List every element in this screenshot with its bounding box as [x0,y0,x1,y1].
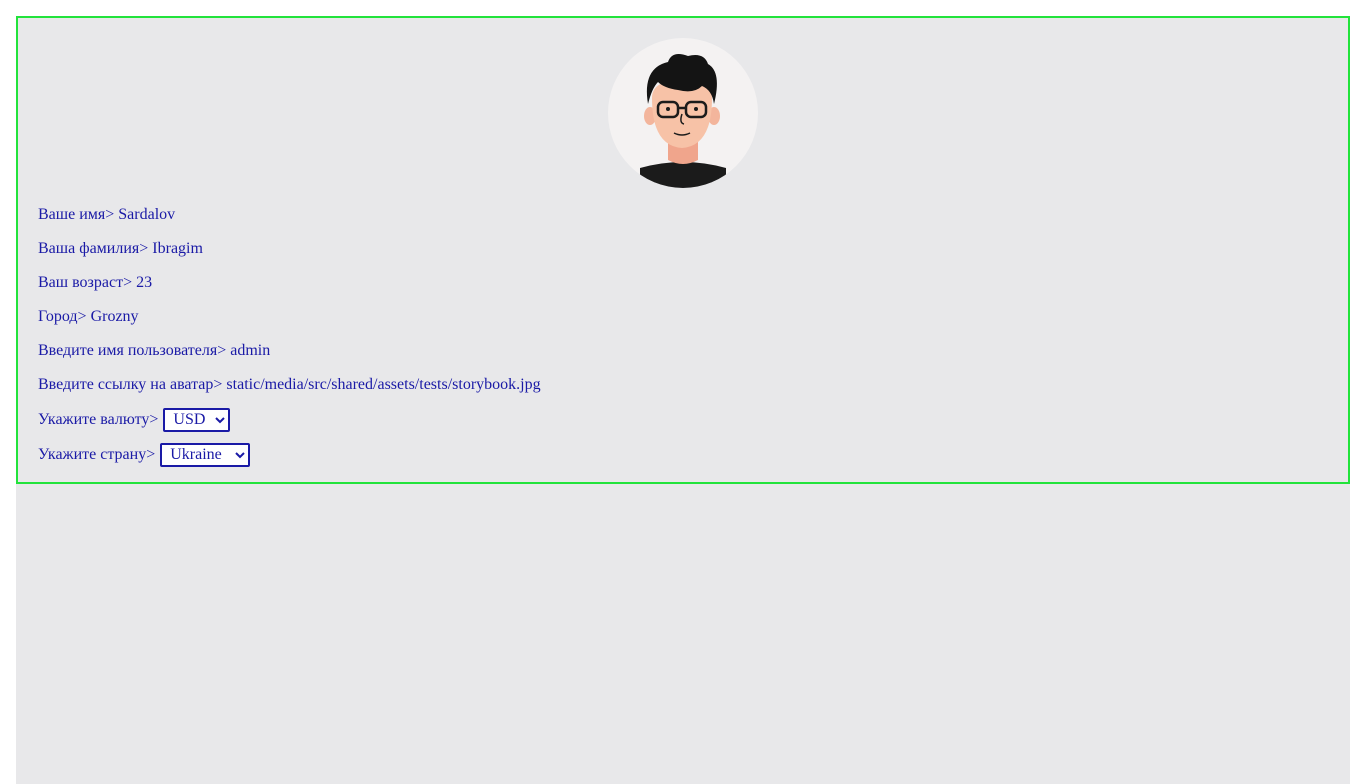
last-name-label: Ваша фамилия [38,240,140,257]
separator: > [146,445,156,463]
username-label: Введите имя пользователя [38,342,218,359]
profile-form: Ваше имя > Sardalov Ваша фамилия > Ibrag… [38,198,541,472]
age-label: Ваш возраст [38,274,124,291]
separator: > [139,240,149,257]
first-name-row: Ваше имя > Sardalov [38,198,541,232]
age-row: Ваш возраст > 23 [38,266,541,300]
currency-select[interactable]: USD [163,407,231,432]
separator: > [77,308,87,325]
age-field[interactable]: 23 [136,274,152,292]
avatar [608,38,758,188]
avatar-url-row: Введите ссылку на аватар > static/media/… [38,368,541,402]
username-field[interactable]: admin [230,342,270,360]
avatar-url-label: Введите ссылку на аватар [38,376,214,393]
currency-row: Укажите валюту > USD [38,402,541,437]
country-select[interactable]: Ukraine [160,442,251,467]
city-field[interactable]: Grozny [91,308,139,326]
currency-label: Укажите валюту [38,410,150,428]
avatar-url-field[interactable]: static/media/src/shared/assets/tests/sto… [226,376,540,394]
separator: > [149,410,159,428]
avatar-image [640,54,726,188]
separator: > [213,376,223,393]
city-label: Город [38,308,78,325]
first-name-field[interactable]: Sardalov [118,206,175,224]
country-label: Укажите страну [38,445,147,463]
profile-card: Ваше имя > Sardalov Ваша фамилия > Ibrag… [16,16,1350,484]
first-name-label: Ваше имя [38,206,106,223]
username-row: Введите имя пользователя > admin [38,334,541,368]
city-row: Город > Grozny [38,300,541,334]
country-row: Укажите страну > Ukraine [38,437,541,472]
last-name-field[interactable]: Ibragim [152,240,203,258]
separator: > [217,342,227,359]
last-name-row: Ваша фамилия > Ibragim [38,232,541,266]
separator: > [123,274,133,291]
separator: > [105,206,115,223]
